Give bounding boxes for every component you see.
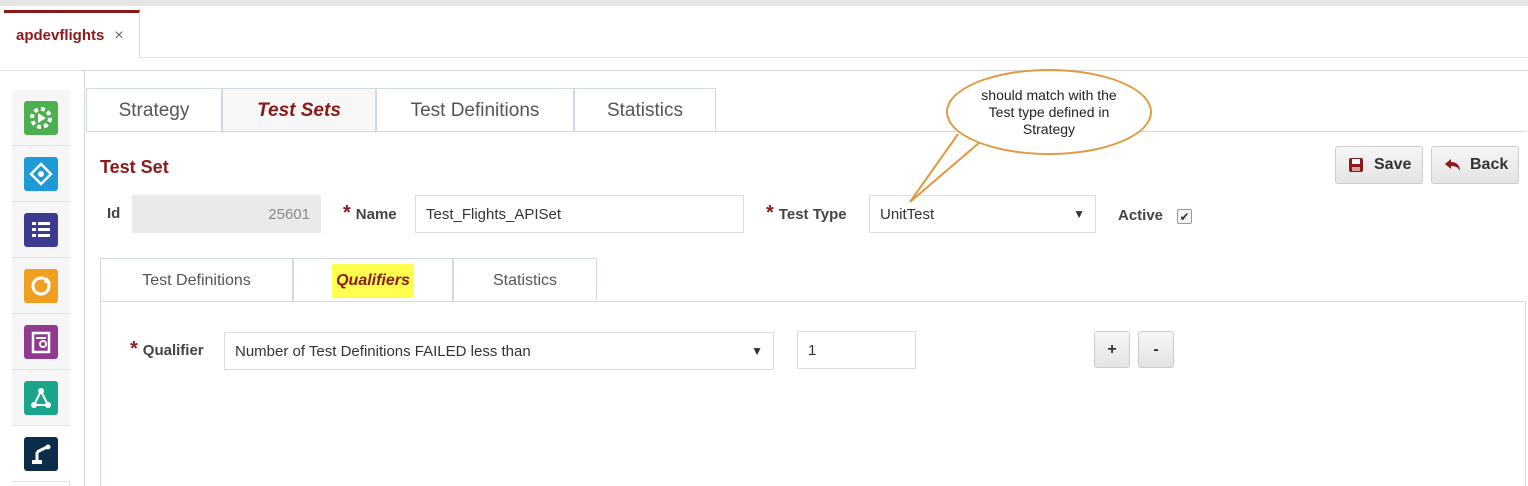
- sidebar-item-list[interactable]: [12, 202, 70, 258]
- sidebar-item-run[interactable]: [12, 90, 70, 146]
- back-arrow-icon: [1444, 157, 1462, 173]
- required-mark: *: [130, 338, 138, 360]
- document-tab[interactable]: apdevflights ×: [4, 10, 140, 58]
- run-gear-icon: [24, 100, 58, 135]
- subtab-statistics[interactable]: Statistics: [453, 258, 597, 302]
- qualifier-value: Number of Test Definitions FAILED less t…: [235, 342, 531, 360]
- qualifier-label-group: * Qualifier: [130, 338, 204, 361]
- top-bar: [0, 0, 1528, 6]
- save-icon: [1348, 157, 1364, 173]
- subtab-qualifiers-label: Qualifiers: [332, 263, 414, 298]
- refresh-icon: [24, 268, 58, 303]
- sub-tabs: Test Definitions Qualifiers Statistics: [100, 258, 597, 302]
- required-mark: *: [766, 202, 774, 224]
- close-icon[interactable]: ×: [114, 27, 123, 45]
- name-field[interactable]: Test_Flights_APISet: [415, 195, 744, 233]
- id-label: Id: [107, 205, 121, 222]
- tab-test-definitions[interactable]: Test Definitions: [376, 88, 574, 132]
- robot-arm-icon: [24, 436, 58, 471]
- callout-annotation: should match with the Test type defined …: [946, 69, 1152, 155]
- tab-strategy[interactable]: Strategy: [86, 88, 222, 132]
- subtab-qualifiers[interactable]: Qualifiers: [293, 258, 453, 302]
- add-qualifier-button[interactable]: +: [1094, 331, 1130, 368]
- active-checkbox[interactable]: ✔: [1177, 209, 1192, 224]
- qualifier-label: Qualifier: [142, 342, 204, 359]
- chevron-down-icon: ▼: [751, 344, 763, 358]
- subtab-test-definitions[interactable]: Test Definitions: [100, 258, 293, 302]
- chevron-down-icon: ▼: [1073, 207, 1085, 221]
- tab-test-sets[interactable]: Test Sets: [222, 88, 376, 133]
- active-label: Active: [1118, 207, 1164, 224]
- tab-statistics[interactable]: Statistics: [574, 88, 716, 132]
- qualifier-amount-input[interactable]: 1: [797, 331, 916, 369]
- remove-qualifier-button[interactable]: -: [1138, 331, 1174, 368]
- section-title: Test Set: [100, 157, 169, 177]
- test-type-label-group: * Test Type: [766, 202, 847, 225]
- main-tabs: Strategy Test Sets Test Definitions Stat…: [86, 88, 716, 133]
- name-label: Name: [355, 206, 397, 223]
- sidebar-item-refresh[interactable]: [12, 258, 70, 314]
- qualifiers-panel: [100, 301, 1526, 486]
- sidebar: [12, 90, 70, 486]
- name-label-group: * Name: [343, 202, 397, 225]
- flow-icon: [24, 380, 58, 415]
- network-icon: [24, 156, 58, 191]
- back-button[interactable]: Back: [1431, 146, 1519, 184]
- save-button[interactable]: Save: [1335, 146, 1423, 184]
- report-icon: [24, 324, 58, 359]
- main-tabs-divider: [86, 131, 1526, 132]
- document-tab-label: apdevflights: [16, 27, 105, 44]
- callout-text: should match with the Test type defined …: [981, 86, 1117, 137]
- save-button-label: Save: [1374, 156, 1412, 173]
- id-field: 25601: [132, 195, 321, 233]
- sidebar-item-report[interactable]: [12, 314, 70, 370]
- list-icon: [24, 212, 58, 247]
- tab-strip-divider: [140, 57, 1528, 58]
- back-button-label: Back: [1470, 156, 1509, 173]
- sidebar-item-robot[interactable]: [12, 426, 70, 482]
- required-mark: *: [343, 202, 351, 224]
- qualifier-select[interactable]: Number of Test Definitions FAILED less t…: [224, 332, 774, 370]
- sidebar-item-network[interactable]: [12, 146, 70, 202]
- sidebar-item-flow[interactable]: [12, 370, 70, 426]
- test-type-label: Test Type: [778, 206, 847, 223]
- checkmark-icon: ✔: [1179, 209, 1190, 224]
